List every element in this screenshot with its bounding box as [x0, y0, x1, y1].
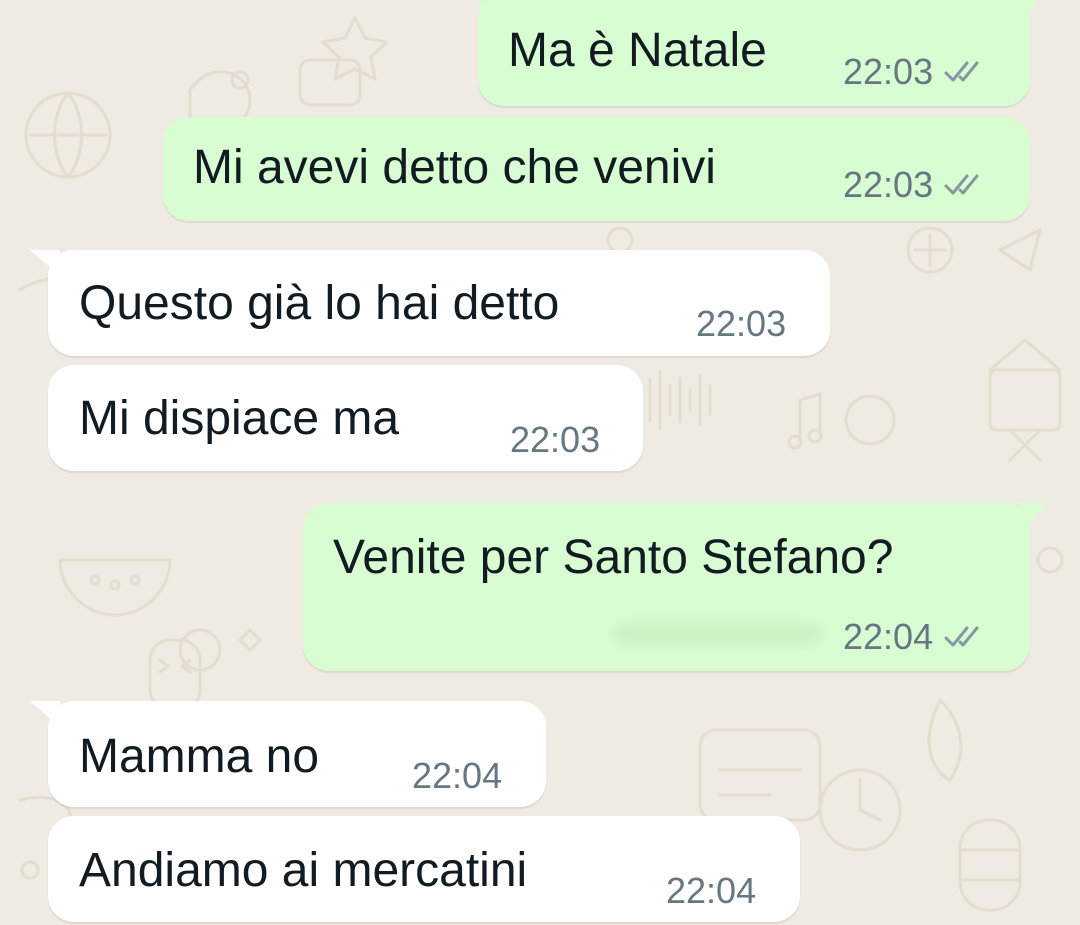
- double-check-icon: [944, 174, 979, 195]
- message-time: 22:03: [843, 164, 934, 205]
- double-check-icon: [944, 61, 979, 82]
- message-bubble-incoming[interactable]: Mi dispiace ma 22:03: [48, 365, 643, 471]
- message-text: Mamma no: [79, 730, 320, 783]
- message-meta: 22:04: [843, 619, 985, 655]
- message-bubble-outgoing[interactable]: Mi avevi detto che venivi 22:03: [163, 117, 1030, 221]
- message-meta: 22:04: [412, 758, 502, 794]
- message-text: Questo già lo hai detto: [79, 277, 560, 330]
- message-text: Mi avevi detto che venivi: [193, 141, 716, 194]
- message-time: 22:04: [666, 870, 757, 911]
- message-bubble-incoming[interactable]: Andiamo ai mercatini 22:04: [48, 816, 800, 922]
- message-time: 22:03: [510, 419, 601, 460]
- message-text: Andiamo ai mercatini: [79, 844, 528, 897]
- message-meta: 22:03: [843, 54, 985, 90]
- message-meta: 22:03: [696, 306, 786, 342]
- message-text: Venite per Santo Stefano?: [333, 531, 894, 584]
- bubble-tail: [30, 250, 60, 276]
- message-text: Ma è Natale: [508, 24, 767, 77]
- bubble-tail: [30, 701, 60, 727]
- message-bubble-outgoing[interactable]: Ma è Natale 22:03: [478, 0, 1039, 106]
- bubble-tail: [1021, 0, 1039, 14]
- bubble-tail: [1018, 503, 1048, 527]
- message-bubble-incoming[interactable]: Mamma no 22:04: [30, 701, 546, 807]
- message-meta: 22:03: [843, 167, 985, 203]
- message-time: 22:04: [843, 616, 934, 657]
- message-time: 22:03: [696, 303, 787, 344]
- message-meta: 22:04: [666, 873, 756, 909]
- message-time: 22:03: [843, 51, 934, 92]
- message-bubble-outgoing[interactable]: Venite per Santo Stefano? 22:04: [303, 503, 1048, 671]
- message-text: Mi dispiace ma: [79, 392, 400, 445]
- double-check-icon: [944, 626, 979, 647]
- message-meta: 22:03: [510, 422, 600, 458]
- blurred-region: [613, 623, 823, 645]
- message-time: 22:04: [412, 755, 503, 796]
- message-bubble-incoming[interactable]: Questo già lo hai detto 22:03: [30, 250, 830, 356]
